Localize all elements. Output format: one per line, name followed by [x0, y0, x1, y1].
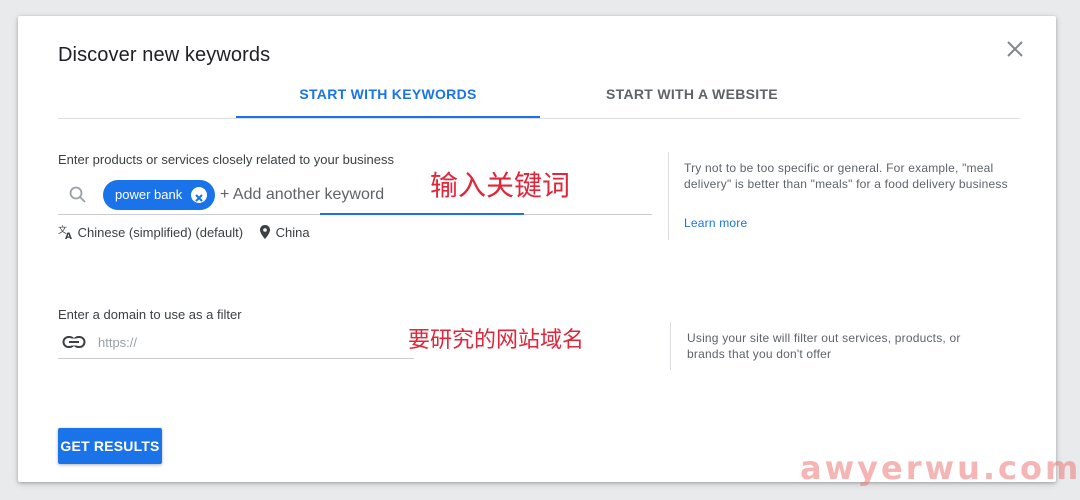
- search-icon: [69, 186, 86, 203]
- language-selector[interactable]: 文 A Chinese (simplified) (default): [58, 224, 244, 242]
- tab-start-with-website[interactable]: START WITH A WEBSITE: [540, 76, 844, 117]
- keywords-help-text: Try not to be too specific or general. F…: [684, 161, 1008, 191]
- location-selector[interactable]: China: [258, 224, 310, 240]
- tab-bar: START WITH KEYWORDS START WITH A WEBSITE: [58, 76, 1020, 119]
- domain-input[interactable]: [98, 332, 398, 352]
- domain-help-text: Using your site will filter out services…: [687, 331, 961, 361]
- divider: [668, 152, 669, 240]
- chip-remove-button[interactable]: [191, 187, 207, 203]
- learn-more-link[interactable]: Learn more: [684, 216, 747, 230]
- discover-keywords-dialog: Discover new keywords START WITH KEYWORD…: [18, 16, 1056, 482]
- location-pin-icon: [260, 225, 270, 239]
- keyword-chip[interactable]: power bank: [103, 180, 215, 210]
- close-icon: [1007, 41, 1023, 57]
- close-button[interactable]: [1004, 38, 1026, 60]
- location-label: China: [275, 225, 310, 240]
- watermark: awyerwu.com: [800, 449, 1080, 487]
- get-results-button[interactable]: GET RESULTS: [58, 428, 162, 464]
- close-circle-icon: [195, 194, 203, 202]
- svg-text:A: A: [65, 232, 72, 240]
- tab-start-with-keywords[interactable]: START WITH KEYWORDS: [236, 76, 540, 118]
- link-icon: [62, 336, 86, 348]
- input-focus-underline: [320, 213, 524, 215]
- keywords-label: Enter products or services closely relat…: [58, 152, 394, 167]
- keyword-chip-label: power bank: [115, 187, 183, 202]
- translate-icon: 文 A: [58, 224, 72, 242]
- divider: [670, 322, 671, 370]
- annotation-domain: 要研究的网站域名: [408, 328, 585, 353]
- domain-input-row[interactable]: [58, 328, 414, 359]
- annotation-keywords: 输入关键词: [430, 169, 571, 202]
- domain-label: Enter a domain to use as a filter: [58, 307, 242, 322]
- dialog-title: Discover new keywords: [58, 44, 271, 66]
- language-label: Chinese (simplified) (default): [77, 225, 244, 240]
